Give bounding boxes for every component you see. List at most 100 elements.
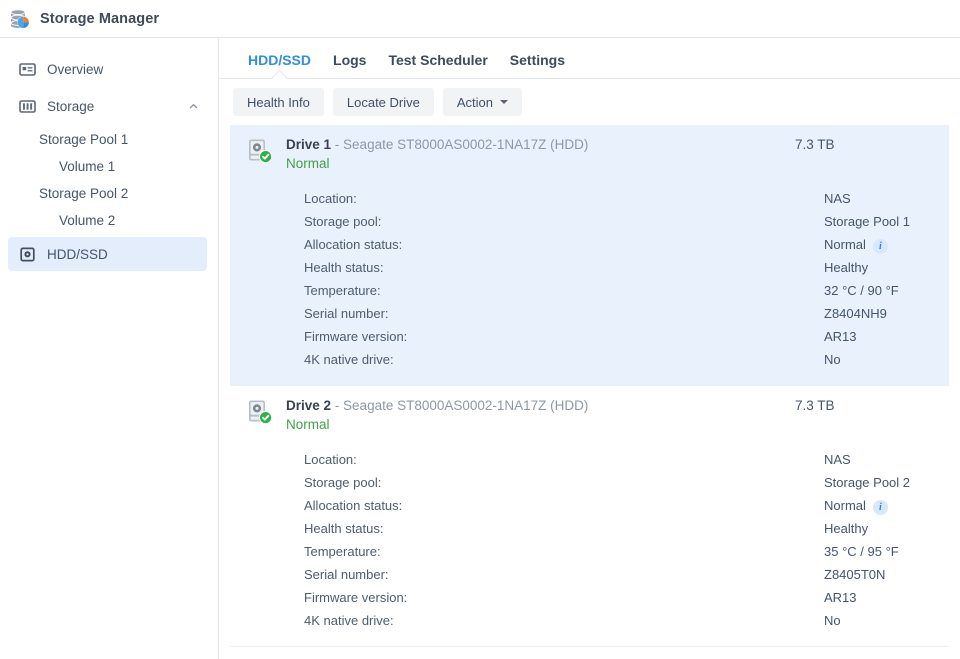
detail-label: Storage pool:: [304, 214, 382, 229]
sidebar-item-label: Volume 2: [59, 213, 116, 228]
detail-value-allocation: Normal i: [824, 233, 935, 256]
drive-list: Drive 1 - Seagate ST8000AS0002-1NA17Z (H…: [219, 125, 960, 659]
detail-value: Z8404NH9: [824, 306, 887, 321]
drive-header: Drive 2 - Seagate ST8000AS0002-1NA17Z (H…: [244, 397, 935, 435]
storage-manager-window: Storage Manager Overview Storage Storage…: [0, 0, 960, 659]
tab-hdd-ssd[interactable]: HDD/SSD: [237, 52, 322, 78]
drive-name: Drive 2: [286, 398, 332, 413]
locate-drive-label: Locate Drive: [346, 94, 420, 110]
detail-label: Serial number:: [304, 306, 389, 321]
tab-test-scheduler[interactable]: Test Scheduler: [377, 52, 498, 78]
drive-status: Normal: [286, 156, 330, 171]
storage-manager-icon: [9, 8, 31, 30]
health-info-button[interactable]: Health Info: [233, 88, 324, 116]
detail-row-serial-number: Serial number: Z8404NH9: [304, 302, 935, 325]
drive-name: Drive 1: [286, 137, 332, 152]
detail-row-allocation-status: Allocation status: Normal i: [304, 494, 935, 517]
detail-value: Storage Pool 1: [824, 214, 911, 229]
detail-value: AR13: [824, 329, 857, 344]
drive-status: Normal: [286, 417, 330, 432]
tab-logs[interactable]: Logs: [322, 52, 377, 78]
sidebar-item-storage-pool-2[interactable]: Storage Pool 2: [0, 180, 218, 207]
tab-settings[interactable]: Settings: [499, 52, 576, 78]
detail-label: 4K native drive:: [304, 613, 394, 628]
action-label: Action: [456, 94, 493, 110]
sidebar-item-label: Volume 1: [59, 159, 116, 174]
action-dropdown-button[interactable]: Action: [442, 88, 522, 116]
health-info-label: Health Info: [247, 94, 310, 110]
locate-drive-button[interactable]: Locate Drive: [332, 88, 434, 116]
detail-label: Storage pool:: [304, 475, 382, 490]
drive-panel[interactable]: Drive 2 - Seagate ST8000AS0002-1NA17Z (H…: [230, 386, 949, 647]
detail-value: AR13: [824, 590, 857, 605]
detail-row-4k-native: 4K native drive: No: [304, 348, 935, 371]
drive-panel[interactable]: Drive 1 - Seagate ST8000AS0002-1NA17Z (H…: [230, 125, 949, 386]
detail-row-temperature: Temperature: 35 °C / 95 °F: [304, 540, 935, 563]
detail-value: 32 °C / 90 °F: [824, 283, 899, 298]
disk-ok-icon: [247, 138, 273, 164]
drive-capacity: 7.3 TB: [795, 137, 835, 152]
drive-identity: Drive 1 - Seagate ST8000AS0002-1NA17Z (H…: [286, 136, 795, 174]
detail-value: No: [824, 352, 841, 367]
sidebar-item-volume-1[interactable]: Volume 1: [0, 153, 218, 180]
sidebar-item-storage-pool-1[interactable]: Storage Pool 1: [0, 126, 218, 153]
tab-label: HDD/SSD: [248, 52, 312, 68]
detail-row-health-status: Health status: Healthy: [304, 256, 935, 279]
window-title: Storage Manager: [40, 10, 160, 27]
main-body: Overview Storage Storage Pool 1 Volume 1…: [0, 37, 960, 659]
storage-icon: [18, 97, 36, 115]
detail-label: 4K native drive:: [304, 352, 394, 367]
drive-identity: Drive 2 - Seagate ST8000AS0002-1NA17Z (H…: [286, 397, 795, 435]
detail-value: No: [824, 613, 841, 628]
detail-label: Health status:: [304, 260, 384, 275]
sidebar-item-label: Storage: [47, 98, 95, 114]
overview-icon: [18, 60, 36, 78]
detail-value: Healthy: [824, 260, 869, 275]
detail-label: Temperature:: [304, 283, 381, 298]
info-icon[interactable]: i: [872, 500, 888, 516]
tab-label: Test Scheduler: [388, 52, 488, 68]
drive-title: Drive 2 - Seagate ST8000AS0002-1NA17Z (H…: [286, 397, 795, 414]
detail-value-allocation: Normal i: [824, 494, 935, 517]
detail-label: Allocation status:: [304, 237, 403, 252]
detail-row-storage-pool: Storage pool: Storage Pool 2: [304, 471, 935, 494]
window-titlebar: Storage Manager: [0, 0, 960, 37]
sidebar-item-overview[interactable]: Overview: [8, 52, 207, 86]
detail-row-location: Location: NAS: [304, 187, 935, 210]
sidebar-item-storage[interactable]: Storage: [8, 89, 207, 123]
sidebar-item-label: HDD/SSD: [47, 246, 108, 262]
chevron-down-icon: [500, 100, 508, 104]
tab-label: Settings: [509, 52, 566, 68]
sidebar-item-hdd-ssd[interactable]: HDD/SSD: [8, 237, 207, 271]
drive-details-table: Location: NAS Storage pool: Storage Pool…: [304, 448, 935, 632]
detail-row-4k-native: 4K native drive: No: [304, 609, 935, 632]
detail-row-temperature: Temperature: 32 °C / 90 °F: [304, 279, 935, 302]
allocation-status-text: Normal: [824, 498, 866, 513]
drive-header: Drive 1 - Seagate ST8000AS0002-1NA17Z (H…: [244, 136, 935, 174]
action-toolbar: Health Info Locate Drive Action: [219, 79, 960, 125]
detail-value: Healthy: [824, 521, 869, 536]
detail-value: 35 °C / 95 °F: [824, 544, 899, 559]
chevron-up-icon[interactable]: [187, 100, 199, 112]
detail-row-health-status: Health status: Healthy: [304, 517, 935, 540]
detail-row-allocation-status: Allocation status: Normal i: [304, 233, 935, 256]
detail-label: Firmware version:: [304, 590, 408, 605]
sidebar-item-label: Storage Pool 1: [39, 132, 129, 147]
detail-row-storage-pool: Storage pool: Storage Pool 1: [304, 210, 935, 233]
detail-row-firmware-version: Firmware version: AR13: [304, 325, 935, 348]
detail-row-firmware-version: Firmware version: AR13: [304, 586, 935, 609]
detail-label: Firmware version:: [304, 329, 408, 344]
allocation-status-text: Normal: [824, 237, 866, 252]
content-area: HDD/SSD Logs Test Scheduler Settings Hea…: [219, 38, 960, 659]
info-icon[interactable]: i: [872, 239, 888, 255]
detail-value: NAS: [824, 452, 851, 467]
tab-bar: HDD/SSD Logs Test Scheduler Settings: [219, 38, 960, 79]
drive-details-table: Location: NAS Storage pool: Storage Pool…: [304, 187, 935, 371]
detail-value: Storage Pool 2: [824, 475, 911, 490]
drive-title: Drive 1 - Seagate ST8000AS0002-1NA17Z (H…: [286, 136, 795, 153]
hdd-icon: [18, 245, 36, 263]
sidebar-item-volume-2[interactable]: Volume 2: [0, 207, 218, 234]
detail-row-location: Location: NAS: [304, 448, 935, 471]
drive-model: - Seagate ST8000AS0002-1NA17Z (HDD): [334, 137, 589, 152]
detail-row-serial-number: Serial number: Z8405T0N: [304, 563, 935, 586]
